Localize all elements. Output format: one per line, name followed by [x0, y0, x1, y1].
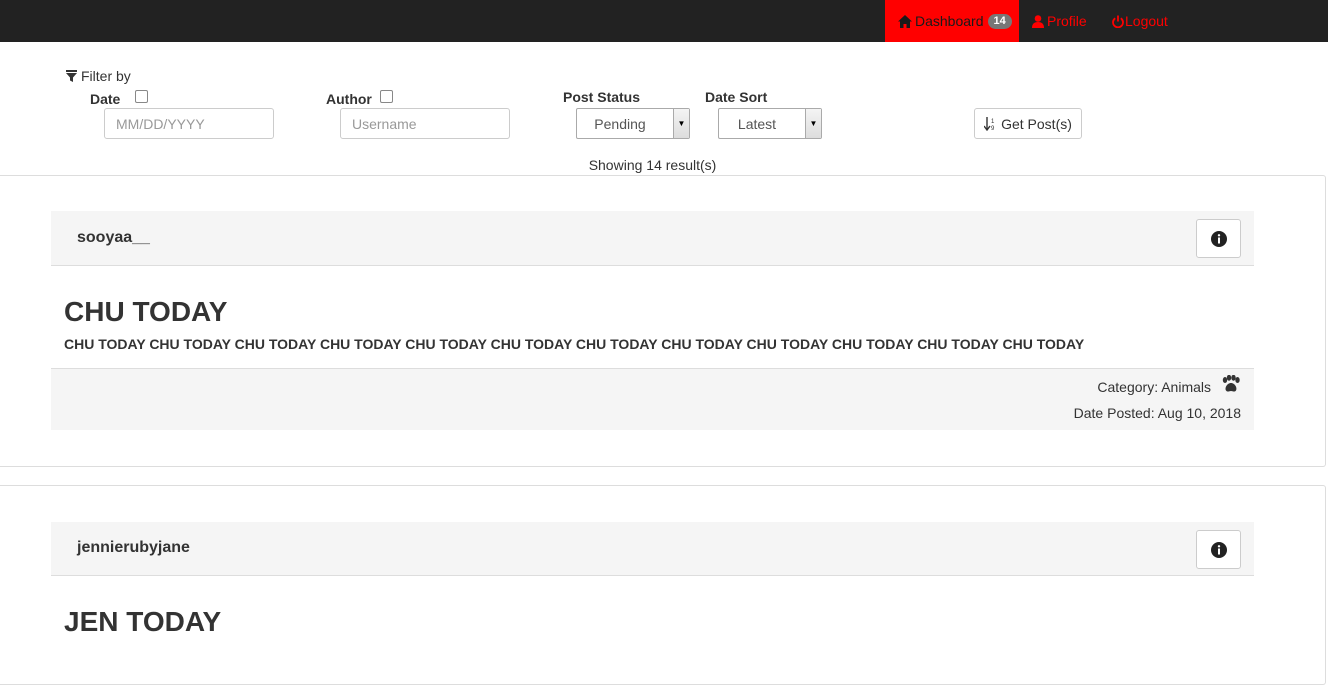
- svg-text:1: 1: [991, 119, 995, 125]
- info-icon: [1210, 541, 1227, 558]
- post-author: sooyaa__: [77, 229, 150, 246]
- date-sort-select[interactable]: Latest ▼: [718, 108, 822, 139]
- post-status-label: Post Status: [563, 89, 641, 105]
- filter-by-heading: Filter by: [66, 68, 131, 84]
- date-sort-value: Latest: [737, 115, 777, 132]
- power-icon: [1112, 15, 1124, 28]
- post-footer: Category: Animals Date Posted: Aug 10, 2…: [51, 368, 1254, 430]
- post-header: sooyaa__: [51, 211, 1254, 266]
- post-item: jennierubyjane JEN TODAY: [51, 522, 1254, 637]
- post-info-button[interactable]: [1196, 219, 1241, 258]
- date-input[interactable]: [104, 108, 274, 139]
- post-title: CHU TODAY: [64, 296, 228, 327]
- post-status-select[interactable]: Pending ▼: [576, 108, 690, 139]
- nav-profile-label: Profile: [1047, 13, 1087, 29]
- date-filter-checkbox[interactable]: [135, 90, 148, 103]
- post-category: Category: Animals: [1097, 375, 1241, 395]
- get-posts-button[interactable]: 19 Get Post(s): [974, 108, 1082, 139]
- nav-dashboard-link[interactable]: Dashboard 14: [885, 0, 1019, 42]
- top-navbar: Dashboard 14 Profile Logout: [0, 0, 1328, 42]
- paw-icon: [1222, 375, 1240, 392]
- notification-badge: 14: [987, 13, 1012, 29]
- filter-by-label: Filter by: [81, 68, 131, 84]
- results-count: Showing 14 result(s): [588, 157, 717, 173]
- post-category-label: Category: Animals: [1097, 379, 1211, 395]
- post-header: jennierubyjane: [51, 522, 1254, 576]
- post-status-value: Pending: [594, 115, 646, 132]
- author-filter-label: Author: [326, 91, 372, 107]
- dropdown-arrow-icon[interactable]: ▼: [673, 109, 689, 138]
- get-posts-label: Get Post(s): [1001, 115, 1072, 132]
- username-input[interactable]: [340, 108, 510, 139]
- date-filter-label: Date: [90, 91, 121, 107]
- post-author: jennierubyjane: [77, 539, 190, 556]
- dropdown-arrow-icon[interactable]: ▼: [805, 109, 821, 138]
- post-item: sooyaa__ CHU TODAY CHU TODAY CHU TODAY C…: [51, 211, 1254, 430]
- post-date: Date Posted: Aug 10, 2018: [1073, 405, 1241, 421]
- post-title: JEN TODAY: [64, 606, 222, 637]
- date-sort-label: Date Sort: [705, 89, 768, 105]
- author-filter-checkbox[interactable]: [380, 90, 393, 103]
- home-icon: [898, 14, 912, 28]
- nav-profile-link[interactable]: Profile: [1032, 0, 1087, 42]
- user-icon: [1032, 14, 1044, 28]
- post-body: JEN TODAY: [51, 576, 1254, 637]
- nav-dashboard-label: Dashboard: [915, 13, 984, 29]
- svg-text:9: 9: [991, 126, 995, 131]
- filter-icon: [66, 70, 77, 82]
- nav-logout-link[interactable]: Logout: [1112, 0, 1168, 42]
- nav-logout-label: Logout: [1125, 13, 1168, 29]
- post-body: CHU TODAY CHU TODAY CHU TODAY CHU TODAY …: [51, 266, 1254, 368]
- post-content: CHU TODAY CHU TODAY CHU TODAY CHU TODAY …: [64, 336, 1085, 352]
- sort-icon: 19: [984, 116, 995, 131]
- info-icon: [1210, 230, 1227, 247]
- post-info-button[interactable]: [1196, 530, 1241, 569]
